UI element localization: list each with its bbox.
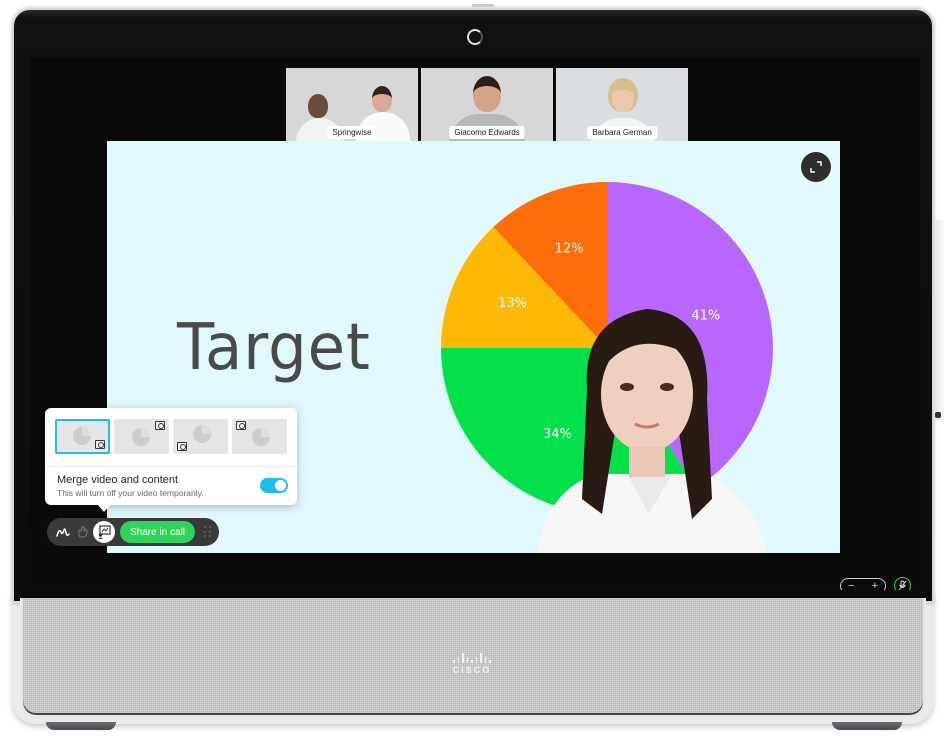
volume-down-button[interactable]: − [848,580,854,590]
top-ridge [472,4,494,7]
screen: Springwise Giacomo Edwards Barbara Germa… [30,58,920,590]
toggle-knob [275,480,286,491]
stylus-holder [934,220,944,420]
camera-frame-icon [177,442,187,451]
pen-icon[interactable] [55,524,71,540]
layout-options [55,419,287,454]
desk-device: Springwise Giacomo Edwards Barbara Germa… [12,4,934,730]
pie-slice-label: 12% [555,241,584,256]
cisco-logo: CISCO [442,653,502,675]
drag-handle-icon[interactable] [204,526,212,538]
participant-tile[interactable]: Barbara German [556,68,688,143]
participant-name: Springwise [327,126,377,139]
participant-name: Giacomo Edwards [449,126,525,139]
camera-frame-icon [155,421,165,430]
mute-button[interactable] [894,577,911,590]
volume-control[interactable]: − + [840,578,886,590]
popup-arrow [97,504,111,512]
share-control-bar: Share in call [47,518,219,546]
participant-tile[interactable]: Giacomo Edwards [421,68,553,143]
divider [45,466,297,467]
pie-thumb-icon [252,428,270,446]
stylus-tip [935,412,941,418]
pie-thumb-icon [132,428,150,446]
participant-strip: Springwise Giacomo Edwards Barbara Germa… [286,68,688,143]
layout-option-pip-bottom-right[interactable] [55,419,110,454]
merge-subtitle: This will turn off your video temporaril… [57,488,204,498]
hand-icon[interactable] [75,524,91,540]
pie-slice-label: 13% [498,296,527,311]
participant-tile[interactable]: Springwise [286,68,418,143]
camera-icon [467,29,483,45]
device-foot [46,722,116,730]
share-in-call-button[interactable]: Share in call [120,521,195,543]
expand-button[interactable] [801,152,831,182]
camera-frame-icon [95,440,105,449]
layout-option-pip-bottom-left[interactable] [173,419,228,454]
participant-name: Barbara German [587,126,657,139]
camera-frame-icon [236,421,246,430]
slide-title: Target [177,311,371,385]
layout-option-pip-top-right[interactable] [114,419,169,454]
layout-option-pip-top-left[interactable] [232,419,287,454]
pie-thumb-icon [73,427,91,445]
presenter-video [537,309,767,553]
pie-thumb-icon [193,425,211,443]
cisco-bars-icon [442,653,502,663]
volume-up-button[interactable]: + [872,580,878,590]
device-foot [832,722,902,730]
merge-toggle[interactable] [260,478,288,493]
share-layout-icon [98,525,111,539]
merge-title: Merge video and content [57,474,179,486]
brand-text: CISCO [452,665,492,675]
expand-icon [810,161,822,173]
share-layout-popup: Merge video and content This will turn o… [45,408,297,512]
share-layout-button[interactable] [93,521,115,543]
display-bezel: Springwise Giacomo Edwards Barbara Germa… [12,4,934,603]
mic-mute-icon [898,580,907,590]
